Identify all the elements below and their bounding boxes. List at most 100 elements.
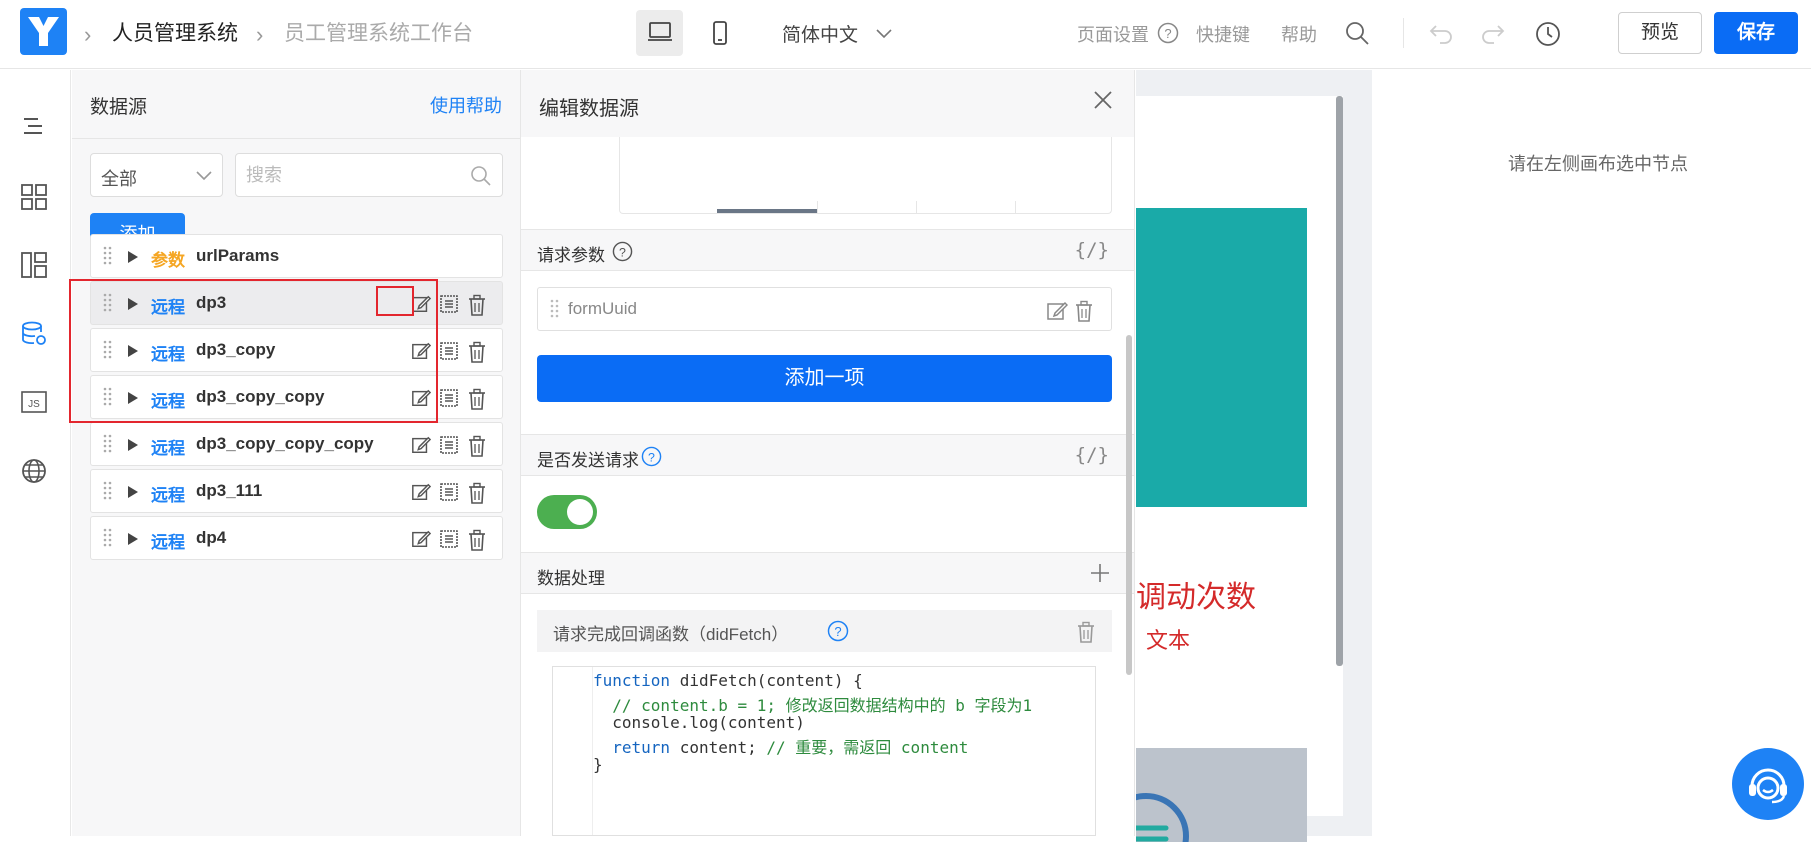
preview-button[interactable]: 预览 (1618, 12, 1702, 54)
plus-icon[interactable] (1089, 562, 1111, 584)
trash-icon[interactable] (467, 341, 487, 363)
svg-text:?: ? (1164, 26, 1171, 41)
method-tabs[interactable] (619, 137, 1112, 214)
code-line: return content; // 重要，需返回 content (612, 738, 969, 757)
datasource-icon[interactable] (20, 320, 48, 348)
help-circle-icon[interactable]: ? (612, 241, 633, 262)
bottom-block[interactable] (1136, 748, 1307, 842)
datasource-item[interactable]: 远程 dp4 (90, 516, 503, 560)
code-toggle-button[interactable]: {/} (1075, 444, 1109, 466)
mobile-icon (713, 21, 727, 45)
code-editor[interactable]: function didFetch(content) { // content.… (552, 666, 1096, 836)
drag-handle-icon[interactable] (550, 299, 560, 321)
trash-icon[interactable] (467, 482, 487, 504)
highlight-frame-small (376, 286, 414, 316)
datasource-kind: 远程 (151, 486, 185, 505)
code-toggle-button[interactable]: {/} (1075, 239, 1109, 261)
trash-icon[interactable] (1074, 300, 1094, 322)
datasource-name: urlParams (196, 246, 280, 265)
undo-icon[interactable] (1428, 22, 1454, 44)
divider (72, 138, 521, 139)
image-placeholder[interactable] (1136, 208, 1307, 507)
datasource-item[interactable]: 远程 dp3_copy_copy_copy (90, 422, 503, 466)
section-title: 数据处理 (537, 569, 605, 588)
breadcrumb-page[interactable]: 员工管理系统工作台 (284, 20, 473, 48)
datasource-item[interactable]: 参数 urlParams (90, 234, 503, 278)
trash-icon[interactable] (467, 435, 487, 457)
type-filter-select[interactable]: 全部 (90, 153, 223, 197)
datasource-kind: 参数 (151, 251, 185, 270)
expand-triangle-icon[interactable] (127, 250, 139, 264)
section-title: 是否发送请求 (537, 451, 639, 470)
view-details-icon[interactable] (439, 341, 459, 361)
send-request-section: 是否发送请求 ? {/} (521, 434, 1134, 476)
canvas-scrollbar[interactable] (1336, 96, 1343, 666)
data-processing-section: 数据处理 (521, 552, 1134, 594)
view-details-icon[interactable] (439, 482, 459, 502)
edit-icon[interactable] (1046, 300, 1068, 322)
edit-icon[interactable] (411, 482, 432, 502)
close-icon[interactable] (1093, 90, 1113, 110)
globe-icon[interactable] (20, 457, 48, 485)
trash-icon[interactable] (1076, 621, 1096, 643)
text-component[interactable]: 文本 (1146, 623, 1190, 655)
edit-icon[interactable] (411, 529, 432, 549)
trash-icon[interactable] (467, 529, 487, 551)
support-chat-button[interactable] (1732, 748, 1804, 820)
help-link[interactable]: 帮助 (1281, 21, 1317, 47)
help-circle-icon[interactable]: ? (827, 620, 849, 642)
drag-handle-icon[interactable] (103, 434, 113, 456)
code-line: } (593, 755, 603, 774)
edit-panel-scrollbar[interactable] (1126, 335, 1132, 675)
components-grid-icon[interactable] (20, 183, 48, 211)
language-select[interactable]: 简体中文 (782, 20, 858, 47)
chevron-down-icon[interactable] (875, 24, 893, 42)
search-icon[interactable] (470, 165, 492, 187)
expand-triangle-icon[interactable] (127, 438, 139, 452)
drag-handle-icon[interactable] (103, 246, 113, 268)
help-circle-icon[interactable]: ? (1157, 22, 1179, 44)
save-button[interactable]: 保存 (1714, 12, 1798, 54)
search-icon[interactable] (1345, 21, 1369, 45)
datasource-item[interactable]: 远程 dp3_111 (90, 469, 503, 513)
page-settings-link[interactable]: 页面设置 (1077, 21, 1149, 47)
redo-icon[interactable] (1480, 22, 1506, 44)
view-details-icon[interactable] (439, 294, 459, 314)
history-icon[interactable] (1535, 21, 1561, 47)
request-params-section: 请求参数 ? {/} (521, 229, 1134, 271)
search-field[interactable] (235, 153, 503, 197)
trash-icon[interactable] (467, 388, 487, 410)
mobile-view-button[interactable] (696, 10, 743, 56)
desktop-view-button[interactable] (636, 10, 683, 56)
expand-triangle-icon[interactable] (127, 485, 139, 499)
help-circle-icon[interactable]: ? (641, 446, 662, 467)
edit-icon[interactable] (411, 435, 432, 455)
param-row[interactable]: formUuid (537, 287, 1112, 331)
view-details-icon[interactable] (439, 388, 459, 408)
usage-help-link[interactable]: 使用帮助 (430, 92, 502, 118)
send-request-toggle[interactable] (537, 495, 597, 529)
drag-handle-icon[interactable] (103, 481, 113, 503)
callback-title: 请求完成回调函数（didFetch） (553, 625, 789, 644)
app-logo[interactable] (20, 8, 67, 55)
toolbar-divider (1403, 18, 1404, 48)
drag-handle-icon[interactable] (103, 528, 113, 550)
expand-triangle-icon[interactable] (127, 532, 139, 546)
trash-icon[interactable] (467, 294, 487, 316)
search-input[interactable] (246, 162, 466, 188)
section-title: 请求参数 (537, 246, 605, 265)
view-details-icon[interactable] (439, 435, 459, 455)
top-bar: › 人员管理系统 › 员工管理系统工作台 简体中文 页面设置 ? 快捷键 帮助 (0, 0, 1811, 69)
outline-tree-icon[interactable] (20, 113, 48, 141)
js-code-icon[interactable]: JS (20, 388, 48, 416)
breadcrumb-app[interactable]: 人员管理系统 (112, 20, 238, 48)
chevron-right-icon: › (256, 22, 264, 47)
param-name: formUuid (568, 299, 637, 318)
edit-panel-header: 编辑数据源 (521, 70, 1134, 137)
canvas-page[interactable]: 调动次数 文本 (1136, 96, 1343, 842)
counter-title[interactable]: 调动次数 (1136, 572, 1256, 616)
shortcuts-link[interactable]: 快捷键 (1196, 21, 1250, 47)
add-item-button[interactable]: 添加一项 (537, 355, 1112, 402)
layout-icon[interactable] (20, 251, 48, 279)
view-details-icon[interactable] (439, 529, 459, 549)
